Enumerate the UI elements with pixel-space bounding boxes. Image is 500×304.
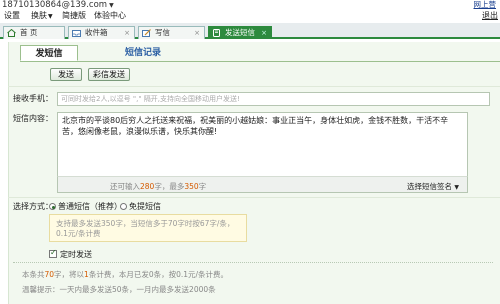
- account-email: 18710130864@139.com: [2, 0, 108, 10]
- radio-normal-sms[interactable]: 普通短信（推荐）: [49, 202, 122, 212]
- tab-strip: 首 页 收件箱 × 写信 × 发送短信 ×: [0, 23, 500, 39]
- tab-send-sms[interactable]: 发送短信 ×: [208, 26, 272, 39]
- account-bar: 18710130864@139.com ▼ 网上营: [0, 0, 500, 10]
- close-icon[interactable]: ×: [194, 27, 200, 39]
- chevron-down-icon: ▼: [109, 2, 114, 9]
- tab-home-label: 首 页: [20, 28, 38, 37]
- mms-send-button[interactable]: 彩信发送: [88, 68, 130, 81]
- radio-selected: [49, 203, 56, 210]
- checkbox-checked: [49, 248, 57, 258]
- inbox-icon: [72, 30, 81, 37]
- menu-simple-version[interactable]: 简捷版: [62, 11, 86, 21]
- tab-inbox-label: 收件箱: [85, 28, 108, 37]
- logout-link[interactable]: 退出: [482, 11, 498, 21]
- home-icon: [7, 29, 16, 37]
- subtab-send-sms[interactable]: 发短信: [20, 45, 78, 61]
- tab-compose[interactable]: 写信 ×: [138, 26, 205, 39]
- billing-note: 支持最多发送350字，当短信多于70字时按67字/条，0.1元/条计费: [49, 214, 247, 242]
- top-menu: 设置 换肤 ▼ 简捷版 体验中心 退出: [0, 10, 500, 22]
- online-help-link[interactable]: 网上营: [474, 0, 497, 10]
- radio-unselected: [120, 203, 127, 210]
- send-button[interactable]: 发送: [50, 68, 82, 81]
- close-icon[interactable]: ×: [261, 27, 267, 39]
- content-label: 短信内容：: [13, 114, 53, 123]
- tab-compose-label: 写信: [155, 28, 170, 37]
- radio-free-sms[interactable]: 免提短信: [120, 202, 161, 212]
- scheduled-send-checkbox[interactable]: 定时发送: [49, 248, 92, 260]
- footer-divider: [13, 262, 493, 263]
- tip-text: 温馨提示：一天内最多发送50条，一月内最多发送2000条: [22, 285, 216, 294]
- compose-icon: [142, 29, 151, 37]
- subtab-divider: [20, 61, 500, 62]
- divider: [8, 197, 500, 198]
- menu-settings[interactable]: 设置: [4, 11, 20, 21]
- menu-experience-center[interactable]: 体验中心: [94, 11, 126, 21]
- signature-select[interactable]: 选择短信签名 ▼: [407, 181, 459, 192]
- chevron-down-icon: ▼: [48, 13, 53, 20]
- chevron-down-icon: ▼: [454, 184, 460, 191]
- recipient-label: 接收手机：: [13, 94, 53, 103]
- subtab-sms-records[interactable]: 短信记录: [108, 45, 178, 61]
- sms-content-text: 北京市的平谈80后穷人之托送来祝福，祝美丽的小越姑娘：事业正当午，身体壮如虎，金…: [62, 116, 449, 136]
- tab-home[interactable]: 首 页: [3, 26, 65, 39]
- recipient-input[interactable]: 可同时发给2人,以逗号 "," 隔开,支持向全国移动用户发送!: [57, 92, 490, 106]
- sms-icon: [213, 29, 220, 37]
- char-count: 还可输入280字，最多350字: [110, 182, 207, 191]
- close-icon[interactable]: ×: [124, 27, 130, 39]
- menu-skin[interactable]: 换肤: [31, 11, 47, 21]
- divider: [8, 86, 500, 87]
- tab-send-sms-label: 发送短信: [225, 28, 255, 37]
- tab-inbox[interactable]: 收件箱 ×: [68, 26, 135, 39]
- mode-label: 选择方式：: [13, 202, 53, 211]
- billing-summary: 本条共70字，将以1条计费，本月已发0条，按0.1元/条计费。: [22, 270, 229, 279]
